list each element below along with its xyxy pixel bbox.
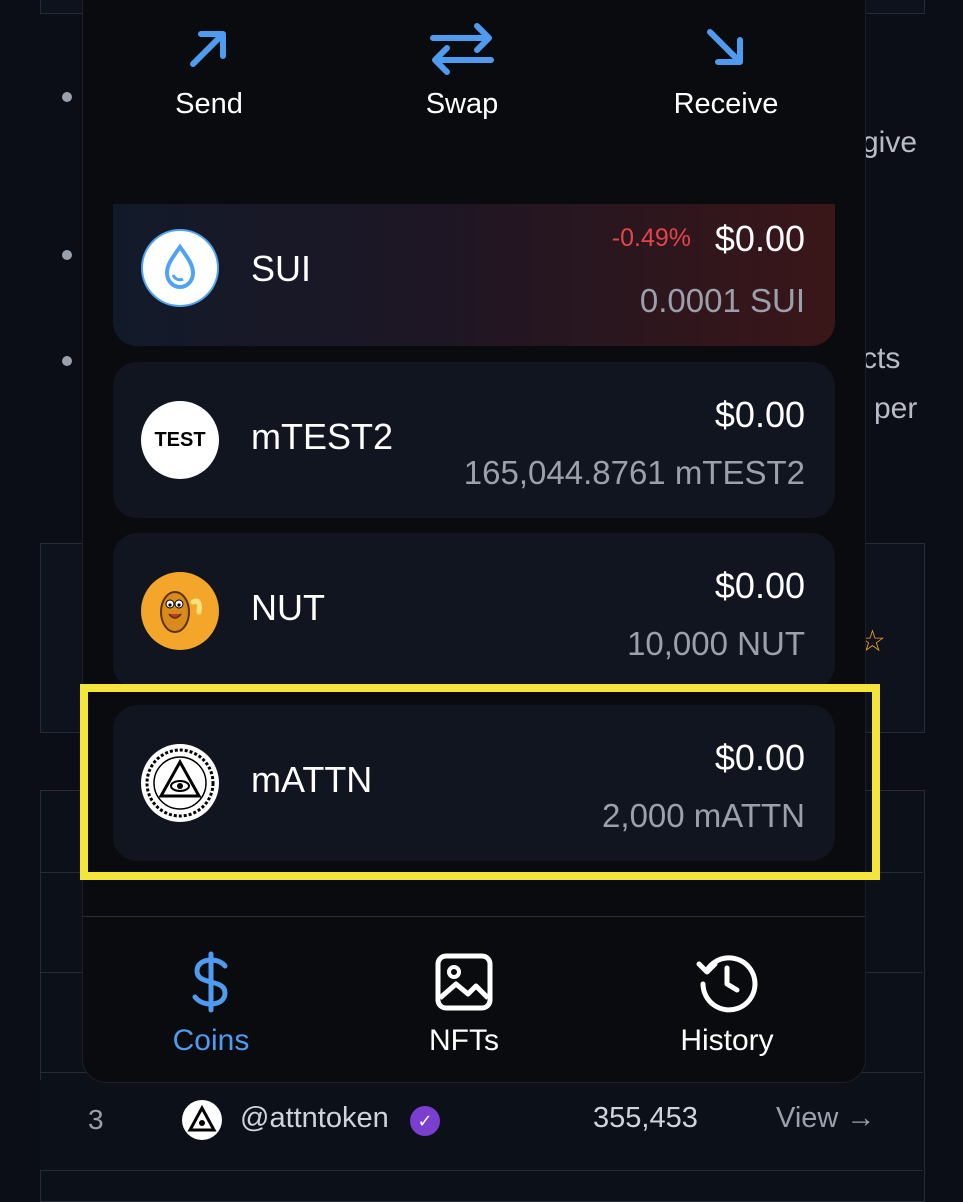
view-link[interactable]: View →	[776, 1102, 875, 1135]
coin-usd-value: $0.00	[714, 218, 805, 259]
action-bar: Send Swap Receive	[83, 20, 865, 170]
tab-label: History	[680, 1024, 774, 1057]
coin-name: SUI	[251, 248, 312, 289]
verified-badge-icon: ✓	[410, 1106, 440, 1136]
arrow-up-right-icon	[190, 31, 226, 67]
nut-logo-icon	[141, 572, 219, 650]
coin-row-nut[interactable]: NUT $0.00 10,000 NUT	[113, 533, 835, 689]
receive-label: Receive	[673, 88, 779, 120]
table-row[interactable]: 3 @attntoken ✓ 355,453 View →	[40, 1080, 923, 1170]
swap-label: Swap	[425, 88, 499, 120]
background-text-per: per	[874, 392, 918, 425]
tab-label: NFTs	[429, 1024, 499, 1057]
bullet-dot	[62, 92, 72, 102]
coin-name: mTEST2	[251, 416, 394, 457]
coin-amount: 0.0001 SUI	[639, 282, 805, 319]
coin-row-mattn[interactable]: mATTN $0.00 2,000 mATTN	[113, 705, 835, 861]
coin-amount: 165,044.8761 mTEST2	[463, 454, 805, 491]
price-change: -0.49%	[611, 224, 691, 252]
test-logo-icon: TEST	[141, 401, 219, 479]
image-icon	[435, 953, 493, 1011]
send-button[interactable]: Send	[109, 20, 309, 121]
nav-divider	[83, 916, 865, 917]
attn-eye-logo-icon	[141, 744, 219, 822]
swap-button[interactable]: Swap	[362, 20, 562, 121]
coin-name: NUT	[251, 587, 325, 628]
send-label: Send	[175, 88, 243, 120]
rank-cell: 3	[88, 1104, 104, 1135]
dollar-icon	[192, 951, 228, 1013]
coin-amount: 2,000 mATTN	[602, 797, 805, 834]
bullet-dot	[62, 356, 72, 366]
wallet-popup: Send Swap Receive SUI -0.49% $0.00 0.000	[82, 0, 866, 1083]
arrow-down-right-icon	[707, 29, 743, 65]
count-cell: 355,453	[593, 1102, 698, 1134]
table-divider	[40, 1170, 923, 1171]
coin-usd-value: $0.00	[714, 565, 805, 606]
bullet-dot	[62, 250, 72, 260]
handle-cell[interactable]: @attntoken	[240, 1102, 389, 1135]
tab-coins[interactable]: Coins	[91, 950, 331, 1058]
tab-nfts[interactable]: NFTs	[344, 950, 584, 1058]
background-text-cts: cts	[862, 342, 901, 375]
attn-avatar	[182, 1100, 222, 1140]
coin-usd-value: $0.00	[714, 394, 805, 435]
tab-history[interactable]: History	[607, 950, 847, 1058]
history-icon	[696, 955, 758, 1013]
coin-usd-value: $0.00	[714, 737, 805, 778]
tab-label: Coins	[172, 1024, 250, 1057]
background-text-give: give	[862, 126, 918, 159]
sui-logo-icon	[141, 229, 219, 307]
coin-row-sui[interactable]: SUI -0.49% $0.00 0.0001 SUI	[113, 204, 835, 346]
logo-text: TEST	[154, 429, 206, 451]
swap-arrows-icon	[430, 23, 494, 75]
coin-row-mtest2[interactable]: TEST mTEST2 $0.00 165,044.8761 mTEST2	[113, 362, 835, 518]
coin-name: mATTN	[251, 759, 373, 800]
coin-amount: 10,000 NUT	[627, 625, 805, 662]
receive-button[interactable]: Receive	[626, 20, 826, 121]
